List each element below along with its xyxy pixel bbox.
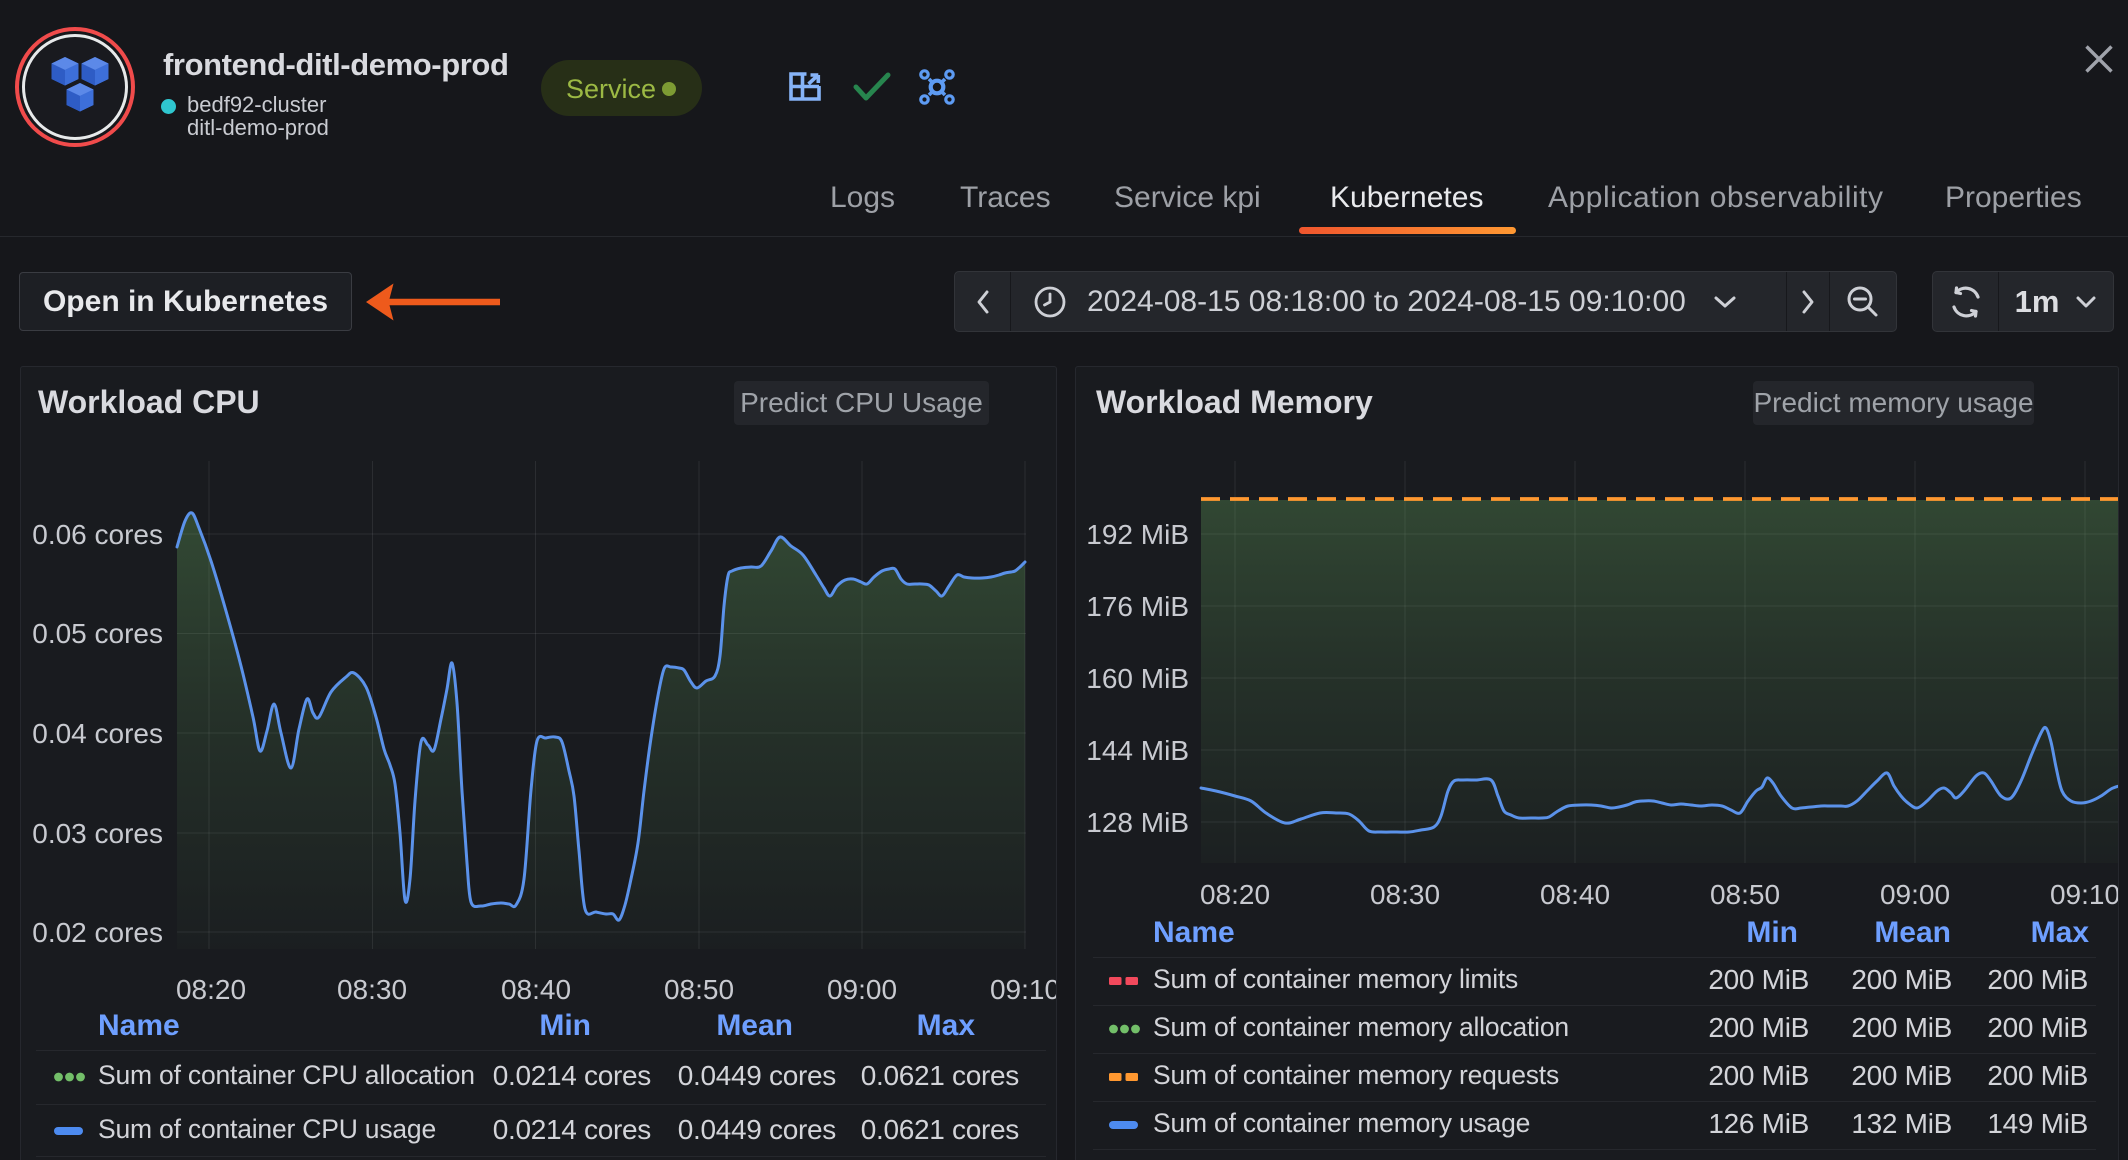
svg-text:0.05 cores: 0.05 cores <box>32 618 163 649</box>
svg-text:08:30: 08:30 <box>337 974 407 1005</box>
svg-text:09:00: 09:00 <box>827 974 897 1005</box>
svg-text:08:40: 08:40 <box>1540 879 1610 910</box>
svg-text:144 MiB: 144 MiB <box>1086 735 1189 766</box>
svg-text:192 MiB: 192 MiB <box>1086 519 1189 550</box>
svg-text:08:20: 08:20 <box>176 974 246 1005</box>
svg-text:09:00: 09:00 <box>1880 879 1950 910</box>
svg-text:08:40: 08:40 <box>501 974 571 1005</box>
svg-text:0.06 cores: 0.06 cores <box>32 519 163 550</box>
svg-text:08:20: 08:20 <box>1200 879 1270 910</box>
svg-text:08:30: 08:30 <box>1370 879 1440 910</box>
svg-text:09:10: 09:10 <box>2050 879 2119 910</box>
svg-text:0.02 cores: 0.02 cores <box>32 917 163 948</box>
svg-text:08:50: 08:50 <box>664 974 734 1005</box>
svg-text:160 MiB: 160 MiB <box>1086 663 1189 694</box>
svg-text:0.03 cores: 0.03 cores <box>32 818 163 849</box>
svg-text:0.04 cores: 0.04 cores <box>32 718 163 749</box>
svg-text:128 MiB: 128 MiB <box>1086 807 1189 838</box>
svg-text:08:50: 08:50 <box>1710 879 1780 910</box>
svg-text:176 MiB: 176 MiB <box>1086 591 1189 622</box>
svg-text:09:10: 09:10 <box>990 974 1057 1005</box>
